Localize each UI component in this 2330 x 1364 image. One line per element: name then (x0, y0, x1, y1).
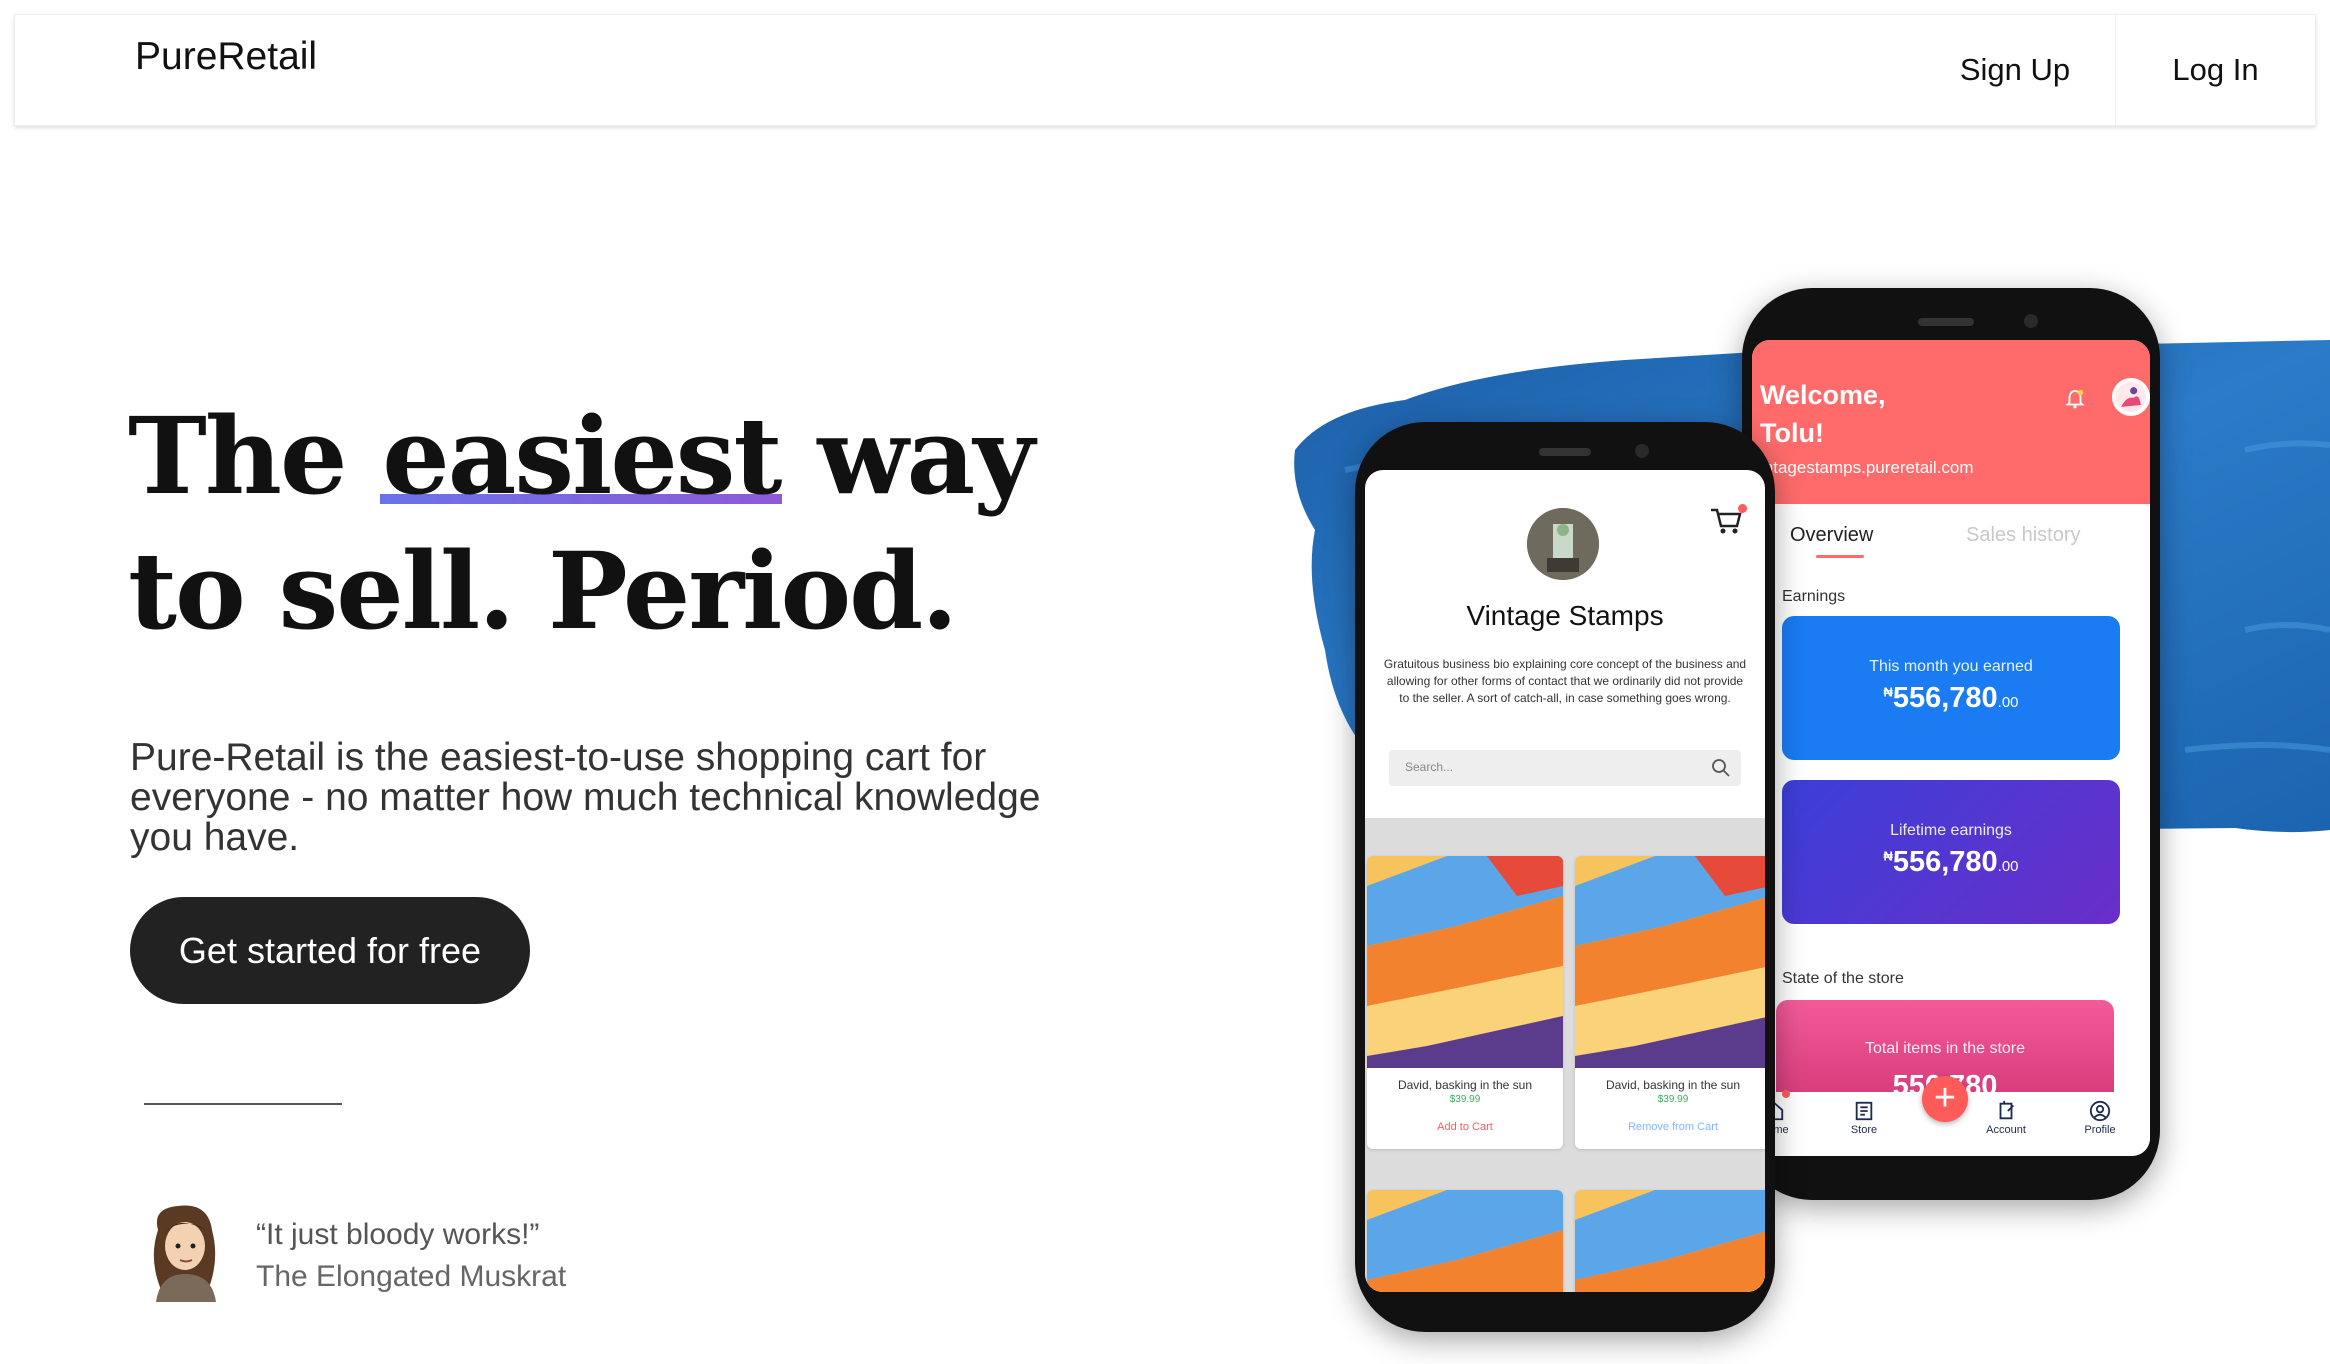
currency-symbol: ₦ (1883, 684, 1893, 700)
store-url[interactable]: intagestamps.pureretail.com (1760, 458, 1974, 478)
product-title: David, basking in the sun (1397, 1078, 1533, 1092)
product-image (1575, 856, 1765, 1068)
hero-title-highlight: easiest (380, 393, 782, 518)
product-image (1367, 856, 1563, 1068)
user-name: Tolu! (1760, 418, 1824, 448)
product-card[interactable] (1367, 1190, 1563, 1292)
nav-profile-label: Profile (2084, 1124, 2116, 1136)
add-item-button[interactable]: + (1922, 1076, 1968, 1122)
hero-title: The easiest way to sell. Period. (128, 388, 1128, 658)
dashboard-screen: Welcome, Tolu! intagestamps.pureretail.c… (1752, 340, 2150, 1156)
hero-title-pre: The (128, 393, 381, 518)
store-items-label: Total items in the store (1864, 1040, 2026, 1057)
amount: 556,780 (1892, 682, 1998, 714)
store-phone-mockup: Vintage Stamps Gratuitous business bio e… (1355, 422, 1775, 1332)
monthly-earnings-value: ₦556,780.00 (1782, 682, 2120, 715)
cart-badge (1738, 504, 1747, 513)
lifetime-earnings-label: Lifetime earnings (1890, 822, 2012, 839)
product-card[interactable] (1575, 1190, 1765, 1292)
store-name: Vintage Stamps (1466, 600, 1664, 631)
get-started-button[interactable]: Get started for free (130, 897, 530, 1004)
store-bio: Gratuitous business bio explaining core … (1383, 657, 1747, 705)
nav-store-label: Store (1850, 1124, 1878, 1136)
product-price: $39.99 (1449, 1094, 1481, 1105)
product-price: $39.99 (1657, 1094, 1689, 1105)
active-tab-indicator (1816, 555, 1864, 558)
hero-subtitle: Pure-Retail is the easiest-to-use shoppi… (130, 736, 1041, 859)
nav-account[interactable]: Account (1976, 1100, 2036, 1136)
testimonial-quote: “It just bloody works!” (256, 1218, 540, 1251)
brand-logo[interactable]: PureRetail (135, 35, 317, 79)
state-of-store-label: State of the store (1782, 970, 1904, 987)
phone-camera (1635, 444, 1649, 458)
tab-sales-history[interactable]: Sales history (1966, 524, 2081, 547)
nav-account-label: Account (1986, 1124, 2026, 1136)
product-image (1575, 1190, 1765, 1292)
home-notification-dot (1782, 1090, 1790, 1098)
store-screen: Vintage Stamps Gratuitous business bio e… (1365, 470, 1765, 1292)
phone-camera (2024, 314, 2038, 328)
product-title: David, basking in the sun (1605, 1078, 1741, 1092)
amount-decimals: .00 (1997, 694, 2019, 711)
search-input[interactable]: Search... (1389, 750, 1741, 786)
amount-decimals: .00 (1997, 858, 2019, 875)
store-avatar (1527, 508, 1599, 580)
product-image (1367, 1190, 1563, 1292)
section-divider (144, 1103, 342, 1105)
currency-symbol: ₦ (1883, 848, 1893, 864)
remove-from-cart-button[interactable]: Remove from Cart (1575, 1121, 1765, 1149)
lifetime-earnings-value: ₦556,780.00 (1782, 846, 2120, 879)
monthly-earnings-card: This month you earned ₦556,780.00 (1782, 616, 2120, 760)
welcome-label: Welcome, (1760, 380, 1886, 410)
testimonial-author: The Elongated Muskrat (256, 1260, 567, 1293)
login-link[interactable]: Log In (2115, 15, 2315, 125)
product-card[interactable]: David, basking in the sun $39.99 Add to … (1367, 856, 1563, 1149)
add-to-cart-button[interactable]: Add to Cart (1367, 1121, 1563, 1149)
lifetime-earnings-card: Lifetime earnings ₦556,780.00 (1782, 780, 2120, 924)
dashboard-phone-mockup: Welcome, Tolu! intagestamps.pureretail.c… (1742, 288, 2160, 1200)
profile-avatar[interactable] (2112, 378, 2150, 416)
dashboard-header: Welcome, Tolu! intagestamps.pureretail.c… (1752, 340, 2150, 504)
notification-bell-icon[interactable] (2064, 388, 2086, 410)
store-icon (1855, 1101, 1873, 1121)
top-navbar: PureRetail Sign Up Log In (14, 14, 2316, 126)
search-placeholder: Search... (1405, 760, 1454, 774)
product-grid: David, basking in the sun $39.99 Add to … (1365, 818, 1765, 1292)
search-icon[interactable] (1711, 758, 1731, 778)
phone-speaker (1918, 318, 1974, 326)
phone-speaker (1539, 448, 1591, 456)
profile-icon (2089, 1100, 2111, 1122)
earnings-label: Earnings (1782, 588, 1846, 605)
nav-profile[interactable]: Profile (2070, 1100, 2130, 1136)
testimonial-avatar (153, 1205, 216, 1302)
tab-overview[interactable]: Overview (1790, 524, 1873, 547)
account-icon (1999, 1100, 2014, 1120)
product-card[interactable]: David, basking in the sun $39.99 Remove … (1575, 856, 1765, 1149)
nav-store[interactable]: Store (1834, 1100, 1894, 1136)
amount: 556,780 (1892, 846, 1998, 878)
signup-link[interactable]: Sign Up (1935, 15, 2095, 125)
welcome-text: Welcome, Tolu! (1760, 376, 1886, 452)
monthly-earnings-label: This month you earned (1869, 658, 2033, 675)
